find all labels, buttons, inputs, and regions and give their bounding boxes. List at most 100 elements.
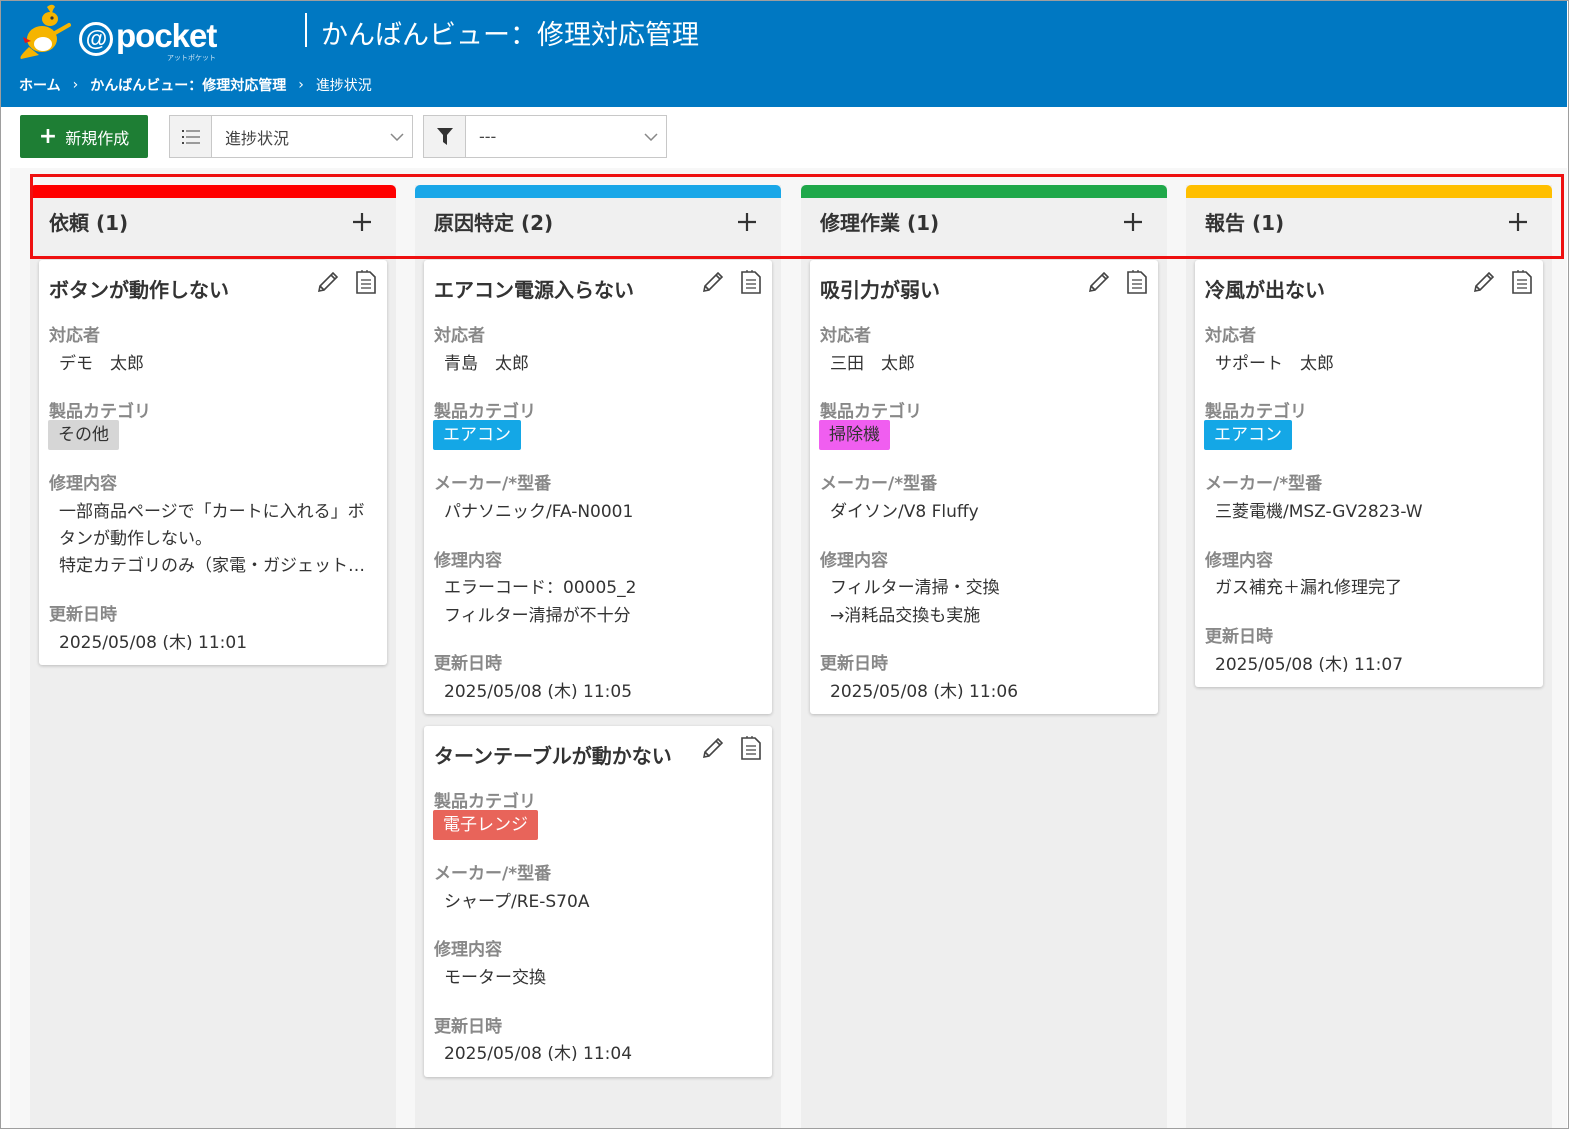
logo-subtext: アットポケット (167, 54, 216, 62)
updated-label: 更新日時 (434, 1017, 502, 1037)
breadcrumb-kanban[interactable]: かんばんビュー：修理対応管理 (90, 75, 286, 95)
maker-label: メーカー/*型番 (434, 864, 552, 884)
updated-value: 2025/05/08 (木) 11:04 (444, 1044, 633, 1064)
repair-line: →消耗品交換も実施 (830, 606, 981, 626)
group-by-select[interactable]: 進捗状況 (169, 115, 413, 158)
column-title: 修理作業 (1) (820, 211, 940, 235)
group-by-value: 進捗状況 (225, 128, 290, 148)
column-header: 修理作業 (1) (801, 198, 1167, 253)
kanban-card[interactable]: 冷風が出ない 対応者 サポート 太郎 製品カテゴリ エアコン メーカー/*型番 … (1195, 260, 1543, 687)
add-card-icon[interactable] (1506, 210, 1530, 234)
category-badge: エアコン (433, 420, 521, 450)
repair-label: 修理内容 (1205, 551, 1273, 571)
new-create-button[interactable]: + 新規作成 (20, 115, 148, 158)
add-card-icon[interactable] (735, 210, 759, 234)
assignee-label: 対応者 (49, 326, 100, 346)
kanban-card[interactable]: ターンテーブルが動かない 製品カテゴリ 電子レンジ メーカー/*型番 シャープ/… (424, 726, 772, 1077)
chevron-down-icon (382, 132, 412, 141)
filter-value: --- (479, 127, 497, 146)
edit-pencil-icon[interactable] (700, 735, 726, 761)
kanban-card[interactable]: ボタンが動作しない 対応者 デモ 太郎 製品カテゴリ その他 修理内容 一部商品… (39, 260, 387, 665)
column-title: 原因特定 (2) (434, 211, 554, 235)
card-title: ボタンが動作しない (49, 278, 229, 302)
repair-line: モーター交換 (444, 968, 546, 988)
category-badge: 電子レンジ (433, 810, 538, 840)
plus-icon: + (38, 123, 58, 149)
logo-wordmark: @ pocket (79, 17, 217, 56)
add-card-icon[interactable] (350, 210, 374, 234)
assignee-label: 対応者 (820, 326, 871, 346)
repair-label: 修理内容 (434, 940, 502, 960)
chevron-down-icon (636, 132, 666, 141)
column-header: 依頼 (1) (30, 198, 396, 253)
breadcrumb-current: 進捗状況 (315, 78, 372, 94)
maker-label: メーカー/*型番 (1205, 474, 1323, 494)
column-color-bar (801, 185, 1167, 198)
filter-select[interactable]: --- (423, 115, 667, 158)
edit-pencil-icon[interactable] (700, 269, 726, 295)
category-badge: その他 (48, 420, 119, 450)
column-report: 報告 (1) 冷風が出ない 対応者 サポート 太郎 製品カテゴリ エアコン メー… (1186, 185, 1552, 1128)
assignee-value: 三田 太郎 (830, 354, 915, 374)
edit-pencil-icon[interactable] (1086, 269, 1112, 295)
card-title: 吸引力が弱い (820, 278, 940, 302)
repair-line: フィルター清掃・交換 (830, 578, 1000, 598)
column-color-bar (1186, 185, 1552, 198)
kangaroo-logo-icon (20, 4, 71, 59)
document-icon[interactable] (1126, 269, 1148, 295)
updated-value: 2025/05/08 (木) 11:01 (59, 633, 248, 653)
column-request: 依頼 (1) ボタンが動作しない 対応者 デモ 太郎 製品カテゴリ その他 修理… (30, 185, 396, 1128)
assignee-label: 対応者 (1205, 326, 1256, 346)
category-badge: エアコン (1204, 420, 1292, 450)
repair-line: ガス補充＋漏れ修理完了 (1215, 578, 1402, 598)
category-label: 製品カテゴリ (820, 402, 922, 422)
category-badge: 掃除機 (819, 420, 890, 450)
column-cause-identified: 原因特定 (2) エアコン電源入らない 対応者 青島 太郎 製品カテゴリ エアコ… (415, 185, 781, 1128)
repair-label: 修理内容 (434, 551, 502, 571)
updated-value: 2025/05/08 (木) 11:05 (444, 682, 633, 702)
updated-label: 更新日時 (49, 605, 117, 625)
updated-value: 2025/05/08 (木) 11:07 (1215, 655, 1404, 675)
add-card-icon[interactable] (1121, 210, 1145, 234)
updated-label: 更新日時 (1205, 627, 1273, 647)
card-title: ターンテーブルが動かない (434, 744, 672, 768)
repair-label: 修理内容 (820, 551, 888, 571)
new-create-label: 新規作成 (65, 128, 130, 148)
document-icon[interactable] (1511, 269, 1533, 295)
card-title: エアコン電源入らない (434, 278, 634, 302)
document-icon[interactable] (355, 269, 377, 295)
category-label: 製品カテゴリ (1205, 402, 1307, 422)
app-header: @ pocket アットポケット かんばんビュー：修理対応管理 ホーム › かんば… (1, 1, 1567, 107)
logo-at-mark: @ (79, 22, 113, 56)
column-title: 報告 (1) (1205, 211, 1285, 235)
filter-icon (424, 116, 466, 157)
updated-label: 更新日時 (434, 654, 502, 674)
maker-value: ダイソン/V8 Fluffy (830, 502, 979, 522)
breadcrumb: ホーム › かんばんビュー：修理対応管理 › 進捗状況 (19, 75, 372, 95)
column-repair-work: 修理作業 (1) 吸引力が弱い 対応者 三田 太郎 製品カテゴリ 掃除機 メーカ… (801, 185, 1167, 1128)
page-title: かんばんビュー：修理対応管理 (321, 20, 699, 51)
repair-label: 修理内容 (49, 474, 117, 494)
category-label: 製品カテゴリ (434, 402, 536, 422)
maker-label: メーカー/*型番 (820, 474, 938, 494)
breadcrumb-home[interactable]: ホーム (19, 75, 61, 95)
pocket-logo[interactable]: @ pocket アットポケット (17, 3, 232, 63)
assignee-label: 対応者 (434, 326, 485, 346)
list-icon (170, 116, 212, 157)
repair-line: タンが動作しない。 (59, 529, 212, 549)
repair-line: フィルター清掃が不十分 (444, 606, 631, 626)
category-label: 製品カテゴリ (434, 792, 536, 812)
title-separator (305, 13, 307, 47)
updated-label: 更新日時 (820, 654, 888, 674)
updated-value: 2025/05/08 (木) 11:06 (830, 682, 1019, 702)
repair-line: 特定カテゴリのみ（家電・ガジェット… (59, 556, 365, 576)
document-icon[interactable] (740, 269, 762, 295)
edit-pencil-icon[interactable] (1471, 269, 1497, 295)
edit-pencil-icon[interactable] (315, 269, 341, 295)
breadcrumb-separator: › (298, 77, 304, 93)
column-header: 原因特定 (2) (415, 198, 781, 253)
kanban-card[interactable]: エアコン電源入らない 対応者 青島 太郎 製品カテゴリ エアコン メーカー/*型… (424, 260, 772, 714)
category-label: 製品カテゴリ (49, 402, 151, 422)
kanban-card[interactable]: 吸引力が弱い 対応者 三田 太郎 製品カテゴリ 掃除機 メーカー/*型番 ダイソ… (810, 260, 1158, 714)
document-icon[interactable] (740, 735, 762, 761)
